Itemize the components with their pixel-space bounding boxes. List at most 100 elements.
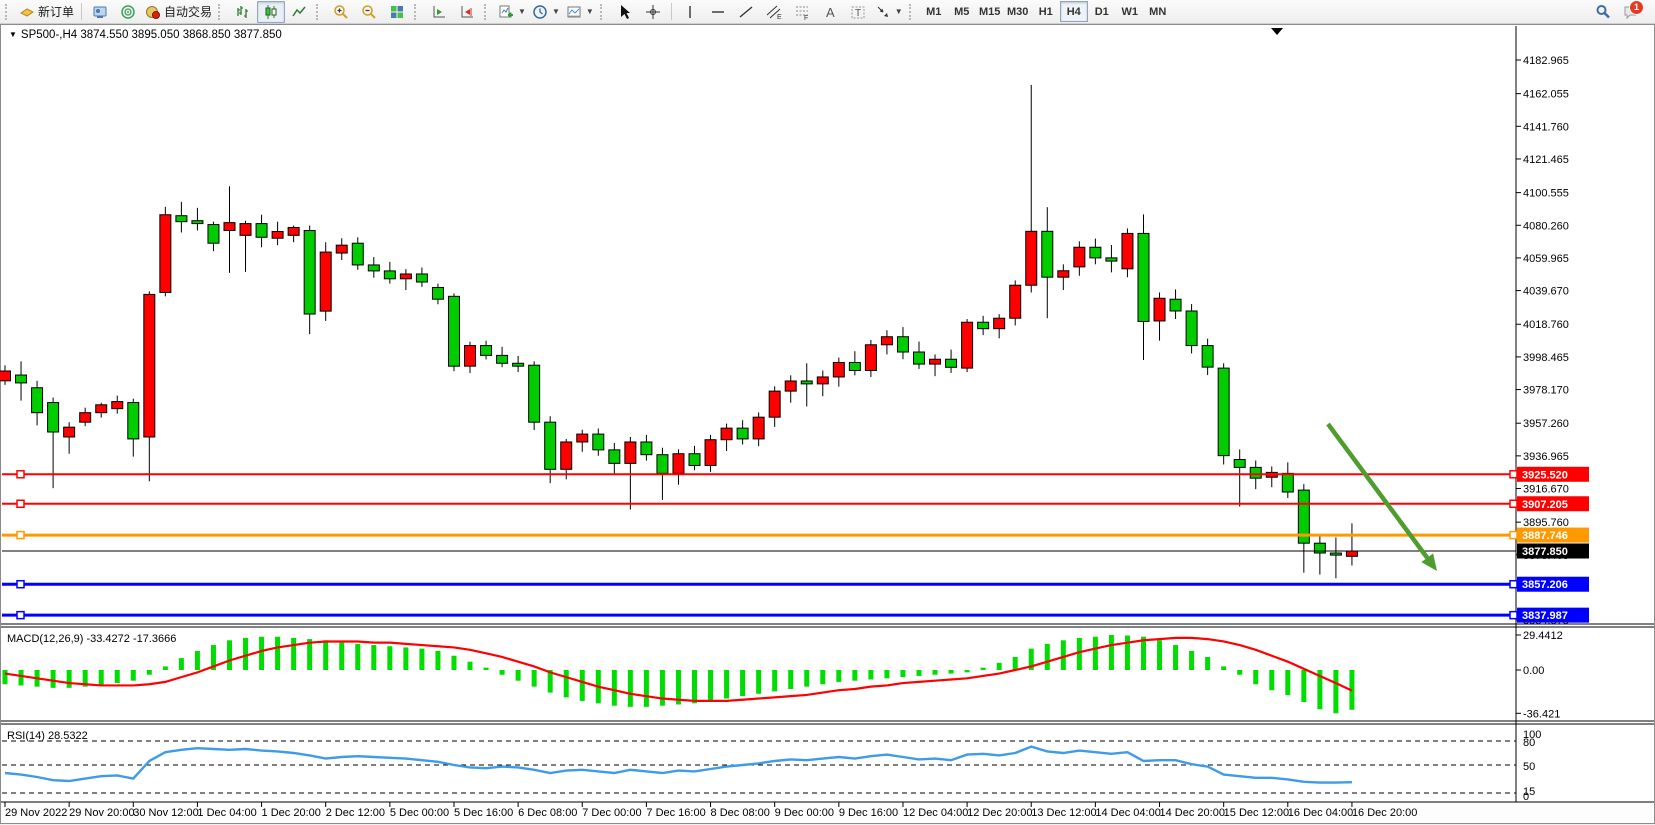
line-handle[interactable]: [17, 532, 24, 539]
crosshair-button[interactable]: [639, 1, 667, 23]
new-order-button[interactable]: 新订单: [16, 1, 77, 23]
candle-body: [352, 243, 363, 265]
auto-scroll-button[interactable]: [425, 1, 453, 23]
candle-body: [1154, 298, 1165, 321]
line-handle[interactable]: [17, 500, 24, 507]
arrows-button[interactable]: ▼: [872, 1, 906, 23]
time-tick-label: 14 Dec 20:00: [1160, 807, 1225, 819]
line-axis-handle[interactable]: [1510, 581, 1517, 588]
cursor-button[interactable]: [611, 1, 639, 23]
timeframe-button-h1[interactable]: H1: [1032, 1, 1060, 22]
price-tick-label: 4182.965: [1523, 55, 1569, 67]
candle-body: [400, 274, 411, 279]
timeframe-button-m15[interactable]: M15: [976, 1, 1004, 22]
candle: [1010, 280, 1021, 325]
rsi-scale-label: 50: [1523, 761, 1535, 773]
chart-shift-button[interactable]: [453, 1, 481, 23]
chart-menu-triangle-icon[interactable]: ▼: [9, 30, 17, 39]
line-axis-handle[interactable]: [1510, 612, 1517, 619]
candle-body: [176, 216, 187, 222]
line-handle[interactable]: [17, 581, 24, 588]
candle-body: [1170, 299, 1181, 311]
candle-body: [561, 442, 572, 469]
candle-body: [224, 223, 235, 231]
candle-body: [112, 402, 123, 409]
candle-body: [1122, 233, 1133, 268]
candle-body: [128, 403, 139, 439]
timeframe-button-mn[interactable]: MN: [1144, 1, 1172, 22]
horizontal-line-button[interactable]: [704, 1, 732, 23]
candlestick-chart-button[interactable]: [257, 1, 285, 23]
channel-icon: E: [766, 4, 782, 20]
profiles-button[interactable]: [86, 1, 114, 23]
candle-body: [272, 231, 283, 238]
line-handle[interactable]: [17, 471, 24, 478]
tile-windows-button[interactable]: [383, 1, 411, 23]
price-tick-label: 4141.760: [1523, 121, 1569, 133]
price-tick-label: 4162.055: [1523, 89, 1569, 101]
tile-windows-icon: [389, 4, 405, 20]
timeframe-button-h4[interactable]: H4: [1060, 1, 1088, 22]
indicators-button[interactable]: ▼: [563, 1, 597, 23]
zoom-out-button[interactable]: [355, 1, 383, 23]
text-button[interactable]: A: [816, 1, 844, 23]
candlestick-chart-icon: [263, 4, 279, 20]
line-chart-button[interactable]: [285, 1, 313, 23]
line-handle[interactable]: [17, 612, 24, 619]
svg-text:T: T: [855, 8, 861, 19]
notifications-button[interactable]: 1: [1617, 1, 1645, 23]
candle-body: [497, 355, 508, 363]
candle-body: [962, 322, 973, 368]
candle-body: [481, 346, 492, 356]
candle-body: [1314, 543, 1325, 553]
candle-body: [657, 455, 668, 474]
time-tick-label: 2 Dec 12:00: [326, 807, 385, 819]
time-tick-label: 1 Dec 20:00: [262, 807, 321, 819]
timeframe-button-d1[interactable]: D1: [1088, 1, 1116, 22]
auto-trading-button[interactable]: 自动交易: [142, 1, 215, 23]
price-tick-label: 3936.965: [1523, 451, 1569, 463]
line-axis-handle[interactable]: [1510, 532, 1517, 539]
line-axis-handle[interactable]: [1510, 471, 1517, 478]
candle-body: [930, 359, 941, 364]
zoom-in-button[interactable]: [327, 1, 355, 23]
new-chart-icon: [498, 4, 514, 20]
candle-body: [192, 221, 203, 224]
timeframe-group: M1M5M15M30H1H4D1W1MN: [920, 1, 1172, 22]
candle-body: [1282, 473, 1293, 492]
period-clock-button[interactable]: ▼: [529, 1, 563, 23]
candle-body: [384, 271, 395, 279]
horizontal-line-icon: [710, 4, 726, 20]
new-chart-button[interactable]: ▼: [495, 1, 529, 23]
candle-body: [1106, 258, 1117, 261]
text-label-button[interactable]: T: [844, 1, 872, 23]
timeframe-button-m1[interactable]: M1: [920, 1, 948, 22]
search-button[interactable]: [1589, 1, 1617, 23]
timeframe-button-w1[interactable]: W1: [1116, 1, 1144, 22]
macd-scale-label: 29.4412: [1523, 630, 1563, 642]
signal-button[interactable]: [114, 1, 142, 23]
zoom-out-icon: [361, 4, 377, 20]
chart-window[interactable]: 4182.9654162.0554141.7604121.4654100.555…: [0, 24, 1655, 825]
candle-body: [865, 345, 876, 371]
candle-body: [897, 337, 908, 352]
timeframe-button-m5[interactable]: M5: [948, 1, 976, 22]
vertical-line-button[interactable]: [676, 1, 704, 23]
price-tick-label: 4100.555: [1523, 188, 1569, 200]
line-chart-icon: [291, 4, 307, 20]
chevron-down-icon: ▼: [586, 7, 594, 16]
chart-canvas[interactable]: 4182.9654162.0554141.7604121.4654100.555…: [0, 24, 1655, 825]
price-line-label-3877.850: 3877.850: [1517, 544, 1589, 559]
channel-button[interactable]: E: [760, 1, 788, 23]
price-tick-label: 3916.670: [1523, 484, 1569, 496]
price-label-text: 3925.520: [1522, 469, 1568, 481]
price-line-label-3837.987: 3837.987: [1510, 608, 1589, 623]
bar-chart-button[interactable]: [229, 1, 257, 23]
fibonacci-button[interactable]: F: [788, 1, 816, 23]
timeframe-button-m30[interactable]: M30: [1004, 1, 1032, 22]
trendline-button[interactable]: [732, 1, 760, 23]
time-tick-label: 12 Dec 04:00: [903, 807, 968, 819]
price-tick-label: 4018.760: [1523, 319, 1569, 331]
line-axis-handle[interactable]: [1510, 500, 1517, 507]
text-icon: A: [822, 4, 838, 20]
